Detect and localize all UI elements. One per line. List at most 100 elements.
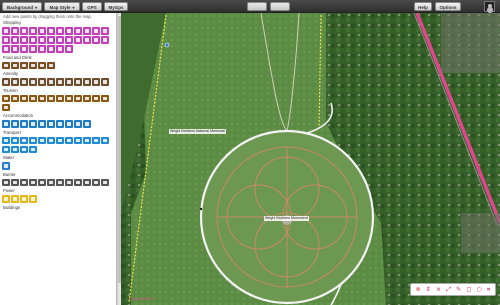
barrier-poi-icon[interactable] (65, 178, 73, 186)
amenity-poi-icon[interactable] (101, 78, 109, 86)
map-tool-0-icon[interactable]: ⊗ (416, 286, 421, 293)
shopping-poi-icon[interactable] (11, 45, 19, 53)
shopping-poi-icon[interactable] (20, 27, 28, 35)
tourism-poi-icon[interactable] (38, 94, 46, 102)
accommodation-poi-icon[interactable] (65, 120, 73, 128)
shopping-poi-icon[interactable] (47, 45, 55, 53)
transport-poi-icon[interactable] (38, 136, 46, 144)
barrier-poi-icon[interactable] (11, 178, 19, 186)
amenity-poi-icon[interactable] (47, 78, 55, 86)
shopping-poi-icon[interactable] (92, 27, 100, 35)
gps-button[interactable]: GPS (82, 2, 102, 11)
shopping-poi-icon[interactable] (65, 36, 73, 44)
accommodation-poi-icon[interactable] (74, 120, 82, 128)
barrier-poi-icon[interactable] (29, 178, 37, 186)
barrier-poi-icon[interactable] (38, 178, 46, 186)
accommodation-poi-icon[interactable] (20, 120, 28, 128)
shopping-poi-icon[interactable] (38, 36, 46, 44)
map-view[interactable]: Wright Brothers National Memorial Wright… (121, 13, 500, 305)
tourism-poi-icon[interactable] (20, 94, 28, 102)
shopping-poi-icon[interactable] (83, 27, 91, 35)
food-poi-icon[interactable] (11, 61, 19, 69)
transport-poi-icon[interactable] (11, 145, 19, 153)
barrier-poi-icon[interactable] (20, 178, 28, 186)
map-tool-1-icon[interactable]: ⇕ (426, 286, 431, 293)
water-poi-icon[interactable] (2, 162, 10, 170)
shopping-poi-icon[interactable] (20, 36, 28, 44)
shopping-poi-icon[interactable] (11, 27, 19, 35)
tourism-poi-icon[interactable] (29, 94, 37, 102)
shopping-poi-icon[interactable] (92, 36, 100, 44)
transport-poi-icon[interactable] (2, 145, 10, 153)
shopping-poi-icon[interactable] (56, 45, 64, 53)
power-poi-icon[interactable] (2, 195, 10, 203)
map-tool-5-icon[interactable]: ◻ (466, 286, 471, 293)
shopping-poi-icon[interactable] (83, 36, 91, 44)
amenity-poi-icon[interactable] (2, 78, 10, 86)
transport-poi-icon[interactable] (29, 136, 37, 144)
shopping-poi-icon[interactable] (47, 27, 55, 35)
shopping-poi-icon[interactable] (11, 36, 19, 44)
accommodation-poi-icon[interactable] (83, 120, 91, 128)
shopping-poi-icon[interactable] (74, 36, 82, 44)
barrier-poi-icon[interactable] (47, 178, 55, 186)
transport-poi-icon[interactable] (20, 136, 28, 144)
options-button[interactable]: Options (435, 2, 461, 11)
amenity-poi-icon[interactable] (11, 78, 19, 86)
shopping-poi-icon[interactable] (74, 27, 82, 35)
food-poi-icon[interactable] (20, 61, 28, 69)
tourism-poi-icon[interactable] (92, 94, 100, 102)
map-style-menu-button[interactable]: Map Style ▾ (44, 2, 80, 11)
shopping-poi-icon[interactable] (2, 45, 10, 53)
amenity-poi-icon[interactable] (20, 78, 28, 86)
food-poi-icon[interactable] (2, 61, 10, 69)
poi-marker[interactable] (199, 207, 203, 211)
barrier-poi-icon[interactable] (83, 178, 91, 186)
amenity-poi-icon[interactable] (29, 78, 37, 86)
shopping-poi-icon[interactable] (56, 27, 64, 35)
tourism-poi-icon[interactable] (83, 94, 91, 102)
user-avatar[interactable] (484, 1, 495, 12)
tourism-poi-icon[interactable] (2, 103, 10, 111)
shopping-poi-icon[interactable] (38, 27, 46, 35)
accommodation-poi-icon[interactable] (29, 120, 37, 128)
map-tool-4-icon[interactable]: ✎ (456, 286, 461, 293)
transport-poi-icon[interactable] (74, 136, 82, 144)
amenity-poi-icon[interactable] (56, 78, 64, 86)
shopping-poi-icon[interactable] (65, 45, 73, 53)
shopping-poi-icon[interactable] (20, 45, 28, 53)
accommodation-poi-icon[interactable] (38, 120, 46, 128)
map-tool-3-icon[interactable]: ⤢ (446, 286, 451, 293)
shopping-poi-icon[interactable] (101, 27, 109, 35)
tourism-poi-icon[interactable] (56, 94, 64, 102)
help-button[interactable]: Help (414, 2, 432, 11)
transport-poi-icon[interactable] (65, 136, 73, 144)
food-poi-icon[interactable] (47, 61, 55, 69)
map-tool-2-icon[interactable]: ⨯ (436, 286, 441, 293)
tourism-poi-icon[interactable] (47, 94, 55, 102)
transport-poi-icon[interactable] (47, 136, 55, 144)
accommodation-poi-icon[interactable] (2, 120, 10, 128)
accommodation-poi-icon[interactable] (47, 120, 55, 128)
transport-poi-icon[interactable] (2, 136, 10, 144)
transport-poi-icon[interactable] (20, 145, 28, 153)
transport-poi-icon[interactable] (56, 136, 64, 144)
amenity-poi-icon[interactable] (65, 78, 73, 86)
amenity-poi-icon[interactable] (92, 78, 100, 86)
barrier-poi-icon[interactable] (2, 178, 10, 186)
shopping-poi-icon[interactable] (29, 36, 37, 44)
tourism-poi-icon[interactable] (65, 94, 73, 102)
transport-poi-icon[interactable] (11, 136, 19, 144)
background-menu-button[interactable]: Background ▾ (2, 2, 42, 11)
transport-poi-icon[interactable] (83, 136, 91, 144)
shopping-poi-icon[interactable] (2, 27, 10, 35)
shopping-poi-icon[interactable] (47, 36, 55, 44)
barrier-poi-icon[interactable] (74, 178, 82, 186)
barrier-poi-icon[interactable] (101, 178, 109, 186)
tourism-poi-icon[interactable] (74, 94, 82, 102)
shopping-poi-icon[interactable] (38, 45, 46, 53)
amenity-poi-icon[interactable] (74, 78, 82, 86)
shopping-poi-icon[interactable] (29, 45, 37, 53)
accommodation-poi-icon[interactable] (56, 120, 64, 128)
barrier-poi-icon[interactable] (56, 178, 64, 186)
